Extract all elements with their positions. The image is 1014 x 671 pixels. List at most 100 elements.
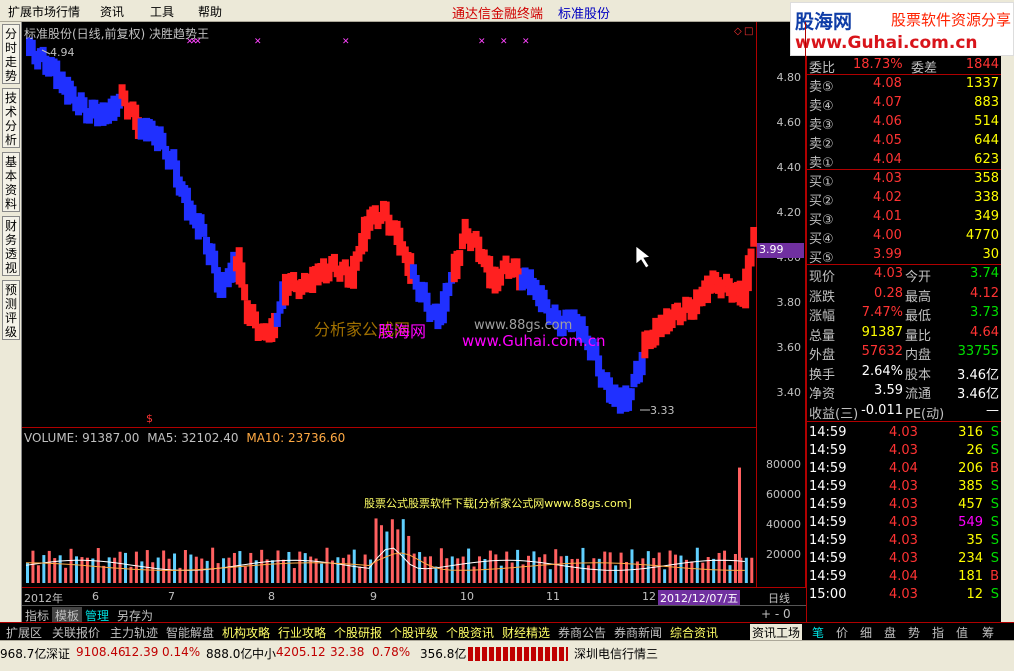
volume-bar (750, 557, 754, 583)
volume-bar (625, 561, 629, 583)
tick-price: 4.03 (889, 443, 918, 458)
stat-row: 换手 2.64% 股本 3.46亿 (807, 363, 1007, 383)
tab-finance-picks[interactable]: 财经精选 (502, 624, 550, 641)
volume-chart[interactable]: VOLUME: 91387.00 MA5: 32102.40 MA10: 237… (22, 427, 757, 587)
stat-value: -0.011 (861, 402, 903, 418)
x-label: 2012年 (24, 592, 63, 605)
tab-stock-rating[interactable]: 个股评级 (390, 624, 438, 641)
sell-row: 卖④ 4.07 883 (807, 94, 1007, 114)
volume-bar (418, 552, 422, 583)
volume-bar (543, 554, 547, 583)
volume-bar (684, 559, 688, 583)
stat-value-2: 33755 (957, 344, 999, 359)
stat-label: 涨幅 (809, 309, 836, 324)
scrollbar[interactable] (1001, 56, 1014, 622)
volume-bar (363, 554, 367, 583)
volume-bar (358, 566, 362, 583)
buy-row: 买② 4.02 338 (807, 189, 1007, 209)
volume-bar (483, 559, 487, 583)
tick-time: 14:59 (809, 479, 847, 494)
status-index-value-2: 4205.12 (276, 645, 326, 659)
stat-value: 91387 (861, 324, 903, 340)
stat-value: 7.47% (861, 305, 903, 320)
tab-industry[interactable]: 行业攻略 (278, 624, 326, 641)
tab-main-force[interactable]: 主力轨迹 (110, 624, 158, 641)
tick-row: 14:59 4.03 385 S (807, 478, 1007, 497)
square-icon[interactable]: □ (744, 26, 753, 37)
tab-value[interactable]: 值 (956, 624, 968, 641)
tab-trend[interactable]: 势 (908, 624, 920, 641)
menu-item-news[interactable]: 资讯 (100, 3, 124, 20)
buy-volume: 30 (982, 247, 999, 262)
tick-price: 4.03 (889, 479, 918, 494)
buy-volume: 358 (974, 171, 999, 186)
price-bar (456, 250, 464, 266)
tab-fundamentals[interactable]: 基本资料 (2, 152, 20, 212)
volume-bar (265, 559, 269, 583)
tick-row: 14:59 4.04 181 B (807, 568, 1007, 587)
tab-broker-news[interactable]: 券商新闻 (614, 624, 662, 641)
tab-stock-news[interactable]: 个股资讯 (446, 624, 494, 641)
tab-related-quotes[interactable]: 关联报价 (52, 624, 100, 641)
tab-broker-notice[interactable]: 券商公告 (558, 624, 606, 641)
tab-detail[interactable]: 细 (860, 624, 872, 641)
menu-item-tools[interactable]: 工具 (150, 3, 174, 20)
volume-bar (42, 555, 46, 583)
tab-general-news[interactable]: 综合资讯 (670, 624, 718, 641)
volume-bar (189, 554, 193, 583)
diff-value: 1844 (965, 57, 999, 72)
volume-bar (200, 558, 204, 583)
status-server[interactable]: 深圳电信行情三 (574, 645, 658, 662)
menu-item-market[interactable]: 扩展市场行情 (8, 3, 80, 20)
tab-book[interactable]: 盘 (884, 624, 896, 641)
vol-tick: 20000 (766, 548, 801, 561)
buy-label: 买③ (809, 213, 834, 228)
tab-chips[interactable]: 筹 (982, 624, 994, 641)
price-chart[interactable]: ✕ ✕ ✕ ✕ ✕ ✕ ✕ ✕ 标准股份(日线,前复权) 决胜趋势王 4.94 3.33 $ … (22, 22, 757, 427)
sell-label: 卖⑤ (809, 80, 834, 95)
tick-volume: 181 (958, 569, 983, 584)
tick-price: 4.03 (889, 533, 918, 548)
volume-bar (401, 519, 405, 583)
volume-bar (608, 552, 612, 583)
tab-smart-analysis[interactable]: 智能解盘 (166, 624, 214, 641)
tab-tick[interactable]: 笔 (812, 624, 824, 641)
tab-institution[interactable]: 机构攻略 (222, 624, 270, 641)
activity-bar (468, 647, 568, 661)
tick-time: 15:00 (809, 587, 847, 602)
tab-info-workshop[interactable]: 资讯工场 (750, 624, 803, 641)
period-label[interactable]: 日线 (768, 590, 790, 606)
tab-intraday[interactable]: 分时走势 (2, 24, 20, 84)
volume-bar (227, 557, 231, 583)
tick-volume: 457 (958, 497, 983, 512)
stat-value: 2.64% (861, 363, 903, 379)
diamond-icon[interactable]: ◇ (734, 26, 742, 37)
sell-volume: 1337 (965, 76, 999, 91)
mouse-cursor (635, 245, 651, 269)
tab-rating[interactable]: 预测评级 (2, 280, 20, 340)
volume-bar (145, 550, 149, 583)
tab-stock-research[interactable]: 个股研报 (334, 624, 382, 641)
tab-technical[interactable]: 技术分析 (2, 88, 20, 148)
buy-label: 买① (809, 175, 834, 190)
tick-time: 14:59 (809, 533, 847, 548)
menu-item-help[interactable]: 帮助 (198, 3, 222, 20)
volume-bar (527, 555, 531, 583)
tab-price[interactable]: 价 (836, 624, 848, 641)
zoom-controls[interactable]: + - 0 (758, 607, 794, 621)
tick-volume: 206 (958, 461, 983, 476)
tick-side: B (990, 461, 999, 476)
tab-index[interactable]: 指 (932, 624, 944, 641)
tick-row: 14:59 4.03 457 S (807, 496, 1007, 515)
tab-financials[interactable]: 财务透视 (2, 216, 20, 276)
volume-bar (679, 555, 683, 583)
signal-marker: $ (146, 412, 153, 425)
buy-label: 买④ (809, 232, 834, 247)
volume-bar (249, 552, 253, 583)
sell-label: 卖② (809, 137, 834, 152)
tab-extension[interactable]: 扩展区 (6, 624, 42, 641)
volume-bar (254, 560, 258, 583)
volume-bar (407, 535, 411, 583)
x-label: 8 (268, 590, 275, 603)
volume-bar (134, 551, 138, 583)
